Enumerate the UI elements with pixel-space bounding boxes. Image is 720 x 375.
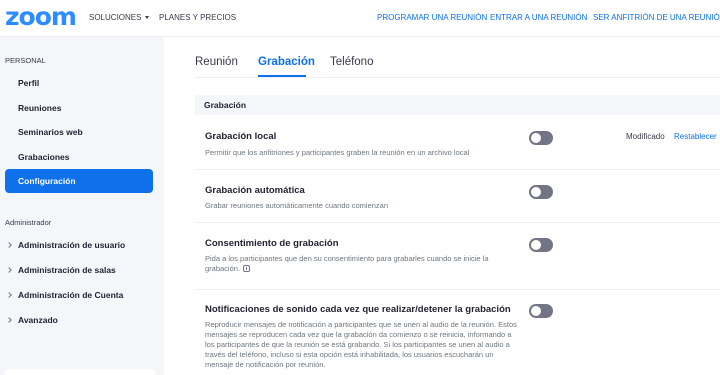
sidebar-item-meetings[interactable]: Reuniones	[18, 103, 61, 113]
toggle-recording-consent[interactable]	[529, 238, 553, 252]
setting-title-local-recording: Grabación local	[205, 131, 277, 142]
sidebar-item-label: Administración de salas	[18, 265, 116, 275]
modified-label: Modificado	[626, 132, 665, 141]
setting-divider	[195, 169, 720, 170]
active-tab-indicator	[258, 75, 306, 77]
nav-host-meeting[interactable]: SER ANFITRIÓN DE UNA REUNIÓN	[593, 13, 720, 23]
section-header: Grabación	[195, 95, 720, 115]
sidebar-section-admin: Administrador	[5, 218, 52, 227]
setting-desc-recording-consent: Pida a los participantes que den su cons…	[205, 254, 523, 274]
sidebar-item-label: Administración de usuario	[18, 240, 126, 250]
chevron-right-icon	[6, 291, 12, 298]
tabs-divider	[195, 77, 720, 78]
sidebar-section-personal: PERSONAL	[5, 56, 46, 65]
nav-plans[interactable]: PLANES Y PRECIOS	[159, 13, 236, 23]
setting-desc-sound-notifications: Reproducir mensajes de notificación a pa…	[205, 320, 517, 369]
toggle-local-recording[interactable]	[529, 131, 553, 145]
sidebar-bottom-card	[5, 369, 155, 375]
setting-divider	[195, 222, 720, 223]
sidebar-item-user-management[interactable]: Administración de usuario	[6, 240, 126, 250]
sidebar: PERSONAL Perfil Reuniones Seminarios web…	[0, 37, 164, 375]
setting-title-auto-recording: Grabación automática	[205, 185, 305, 196]
sidebar-item-settings-label: Configuración	[18, 176, 76, 186]
setting-title-recording-consent: Consentimiento de grabación	[205, 238, 339, 249]
tab-telephone[interactable]: Teléfono	[330, 56, 373, 68]
nav-schedule-meeting[interactable]: PROGRAMAR UNA REUNIÓN	[377, 13, 487, 23]
setting-title-sound-notifications: Notificaciones de sonido cada vez que re…	[205, 304, 511, 315]
zoom-logo[interactable]: zoom	[5, 3, 77, 31]
setting-desc-local-recording: Permitir que los anfitriones y participa…	[205, 148, 470, 157]
sidebar-item-account-management[interactable]: Administración de Cuenta	[6, 290, 124, 300]
tab-recording[interactable]: Grabación	[258, 56, 315, 68]
chevron-down-icon	[145, 16, 150, 20]
section-title: Grabación	[204, 100, 247, 110]
nav-join-meeting[interactable]: ENTRAR A UNA REUNIÓN	[490, 13, 587, 23]
setting-divider	[195, 289, 720, 290]
toggle-auto-recording[interactable]	[529, 185, 553, 199]
sidebar-item-label: Avanzado	[18, 315, 58, 325]
sidebar-item-recordings[interactable]: Grabaciones	[18, 152, 70, 162]
sidebar-item-profile[interactable]: Perfil	[18, 78, 39, 88]
chevron-right-icon	[6, 316, 12, 323]
reset-link[interactable]: Restablecer	[674, 132, 717, 141]
tab-meeting[interactable]: Reunión	[195, 56, 238, 68]
nav-solutions-label: SOLUCIONES	[89, 13, 142, 22]
nav-host-label: SER ANFITRIÓN DE UNA REUNIÓN	[593, 13, 720, 22]
chevron-right-icon	[6, 266, 12, 273]
sidebar-item-advanced[interactable]: Avanzado	[6, 315, 58, 325]
top-navbar: zoom SOLUCIONES PLANES Y PRECIOS PROGRAM…	[0, 0, 720, 37]
toggle-sound-notifications[interactable]	[529, 304, 553, 318]
sidebar-item-webinars[interactable]: Seminarios web	[18, 127, 83, 137]
info-icon[interactable]	[243, 265, 251, 272]
nav-solutions[interactable]: SOLUCIONES	[89, 13, 150, 23]
sidebar-item-label: Administración de Cuenta	[18, 290, 124, 300]
sidebar-item-settings[interactable]: Configuración	[5, 169, 153, 193]
chevron-right-icon	[6, 241, 12, 248]
setting-desc-auto-recording: Grabar reuniones automáticamente cuando …	[205, 201, 389, 210]
sidebar-item-room-management[interactable]: Administración de salas	[6, 265, 116, 275]
